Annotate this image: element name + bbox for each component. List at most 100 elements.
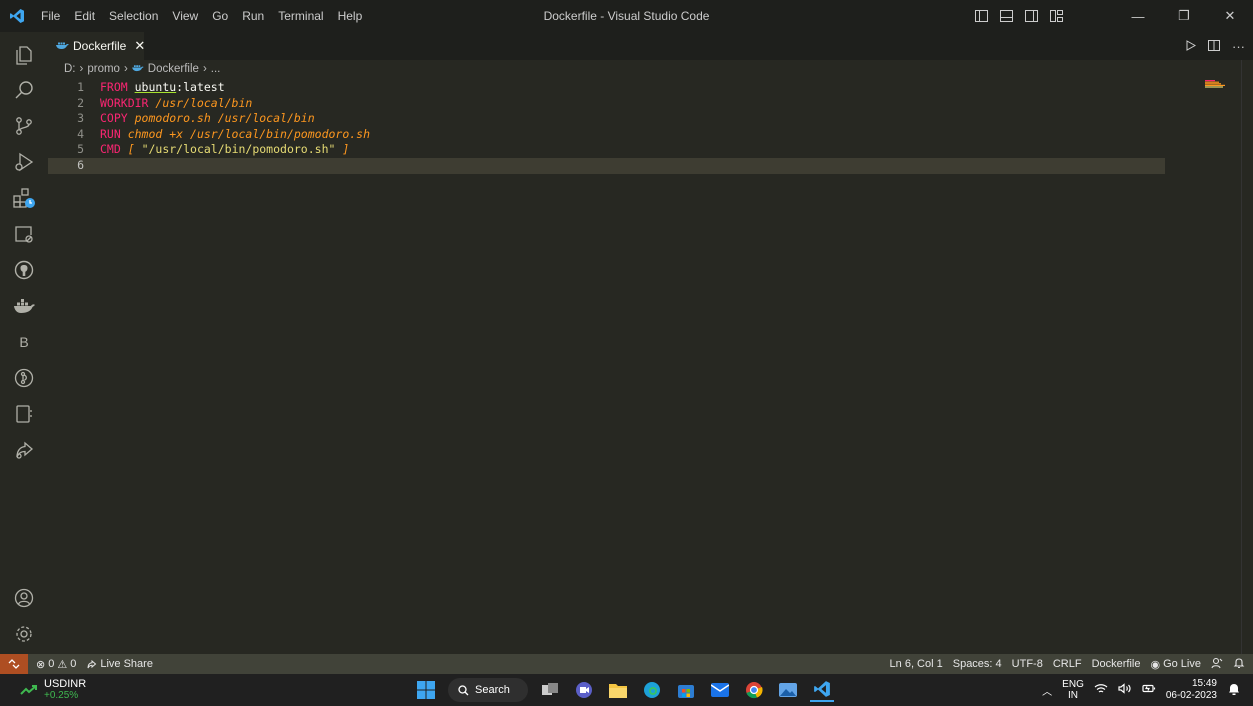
- remote-icon[interactable]: [0, 216, 48, 252]
- code-token: ]: [335, 142, 350, 157]
- chevron-up-icon[interactable]: ︿: [1042, 683, 1052, 698]
- minimize-button[interactable]: —: [1115, 0, 1161, 32]
- layout-controls: [975, 0, 1063, 32]
- line-number: 3: [77, 111, 84, 126]
- breadcrumb-file[interactable]: Dockerfile: [148, 63, 199, 75]
- code-line[interactable]: 2 WORKDIR /usr/local/bin: [48, 96, 1165, 112]
- lang-bottom: IN: [1068, 690, 1078, 701]
- search-icon: [458, 684, 469, 695]
- run-debug-icon[interactable]: [0, 144, 48, 180]
- editor-scrollbar[interactable]: [1241, 60, 1253, 654]
- menu-go[interactable]: Go: [205, 0, 235, 32]
- code-token: CMD: [100, 142, 128, 157]
- minimap[interactable]: [1169, 80, 1229, 90]
- chrome-browser-icon[interactable]: [742, 678, 766, 702]
- search-icon[interactable]: [0, 72, 48, 108]
- windows-start-icon[interactable]: [414, 678, 438, 702]
- code-token: ubuntu: [134, 80, 177, 94]
- run-file-icon[interactable]: [1186, 39, 1197, 54]
- docker-file-icon: [56, 39, 69, 53]
- code-token: /usr/local/bin: [155, 95, 253, 110]
- problems-indicator[interactable]: ⊗ 0 ⚠ 0: [36, 658, 76, 671]
- notification-center-icon[interactable]: [1227, 682, 1241, 699]
- split-editor-icon[interactable]: [1208, 39, 1220, 54]
- chevron-right-icon: ›: [202, 63, 207, 75]
- taskbar-search[interactable]: Search: [448, 678, 528, 702]
- language-indicator[interactable]: ENG IN: [1062, 679, 1084, 701]
- indentation[interactable]: Spaces: 4: [953, 658, 1002, 670]
- go-live-button[interactable]: ◉ Go Live: [1150, 658, 1201, 671]
- menu-terminal[interactable]: Terminal: [271, 0, 330, 32]
- code-line[interactable]: 4 RUN chmod +x /usr/local/bin/pomodoro.sh: [48, 127, 1165, 143]
- toggle-secondary-sidebar-icon[interactable]: [1025, 10, 1038, 22]
- menu-selection[interactable]: Selection: [102, 0, 165, 32]
- explorer-icon[interactable]: [0, 36, 48, 72]
- breadcrumb-drive[interactable]: D:: [64, 63, 76, 75]
- battery-icon[interactable]: [1142, 683, 1156, 697]
- b-icon[interactable]: B: [0, 324, 48, 360]
- line-ending[interactable]: CRLF: [1053, 658, 1082, 670]
- code-line[interactable]: 5 CMD [ "/usr/local/bin/pomodoro.sh" ]: [48, 142, 1165, 158]
- language-mode[interactable]: Dockerfile: [1092, 658, 1141, 670]
- edge-browser-icon[interactable]: [640, 678, 664, 702]
- menu-view[interactable]: View: [165, 0, 205, 32]
- line-number: 5: [77, 142, 84, 157]
- feedback-icon[interactable]: [1211, 657, 1223, 672]
- error-count: 0: [48, 658, 55, 670]
- tab-dockerfile[interactable]: Dockerfile ✕: [48, 32, 145, 60]
- github-icon[interactable]: [0, 252, 48, 288]
- tab-close-icon[interactable]: ✕: [134, 38, 145, 54]
- account-icon[interactable]: [0, 580, 48, 616]
- code-token: WORKDIR: [100, 95, 156, 110]
- settings-gear-icon[interactable]: [0, 616, 48, 652]
- ticker-name: USDINR: [44, 678, 87, 690]
- search-label: Search: [475, 684, 510, 696]
- ticker-change: +0.25%: [44, 690, 79, 701]
- code-token: pomodoro.sh /usr/local/bin: [134, 111, 315, 126]
- menu-file[interactable]: File: [34, 0, 67, 32]
- menu-help[interactable]: Help: [331, 0, 370, 32]
- code-line[interactable]: 6: [48, 158, 1165, 174]
- teams-chat-icon[interactable]: [572, 678, 596, 702]
- volume-icon[interactable]: [1118, 683, 1132, 697]
- customize-layout-icon[interactable]: [1050, 10, 1063, 22]
- stock-widget[interactable]: USDINR +0.25%: [20, 678, 86, 702]
- photos-icon[interactable]: [776, 678, 800, 702]
- remote-explorer-icon[interactable]: [0, 180, 48, 216]
- maximize-button[interactable]: ❐: [1161, 0, 1207, 32]
- taskbar-apps: Search: [414, 677, 834, 703]
- code-editor[interactable]: 1 FROM ubuntu:latest 2 WORKDIR /usr/local/b…: [48, 78, 1241, 654]
- menu-run[interactable]: Run: [235, 0, 271, 32]
- code-line[interactable]: 1 FROM ubuntu:latest: [48, 80, 1165, 96]
- source-control-icon[interactable]: [0, 108, 48, 144]
- file-explorer-icon[interactable]: [606, 678, 630, 702]
- live-share-icon[interactable]: [0, 432, 48, 468]
- breadcrumb-folder[interactable]: promo: [87, 63, 120, 75]
- activity-bar: B: [0, 32, 48, 654]
- vscode-taskbar-icon[interactable]: [810, 678, 834, 702]
- live-share-button[interactable]: Live Share: [86, 658, 153, 670]
- task-view-icon[interactable]: [538, 678, 562, 702]
- clock[interactable]: 15:49 06-02-2023: [1166, 678, 1217, 702]
- toggle-primary-sidebar-icon[interactable]: [975, 10, 988, 22]
- wifi-icon[interactable]: [1094, 683, 1108, 697]
- docker-icon[interactable]: [0, 288, 48, 324]
- microsoft-store-icon[interactable]: [674, 678, 698, 702]
- close-button[interactable]: ✕: [1207, 0, 1253, 32]
- toggle-panel-icon[interactable]: [1000, 10, 1013, 22]
- remote-indicator[interactable]: [0, 654, 28, 674]
- mail-icon[interactable]: [708, 678, 732, 702]
- timeline-icon[interactable]: [0, 360, 48, 396]
- breadcrumb-symbol[interactable]: ...: [211, 63, 221, 75]
- notebook-icon[interactable]: [0, 396, 48, 432]
- warning-icon: ⚠: [57, 658, 68, 671]
- live-share-label: Live Share: [100, 658, 153, 670]
- editor-actions: ···: [1186, 32, 1245, 60]
- code-line[interactable]: 3 COPY pomodoro.sh /usr/local/bin: [48, 111, 1165, 127]
- encoding[interactable]: UTF-8: [1012, 658, 1043, 670]
- code-token: COPY: [100, 111, 135, 126]
- more-actions-icon[interactable]: ···: [1232, 39, 1245, 54]
- menu-edit[interactable]: Edit: [67, 0, 102, 32]
- cursor-position[interactable]: Ln 6, Col 1: [890, 658, 943, 670]
- notifications-bell-icon[interactable]: [1233, 657, 1245, 672]
